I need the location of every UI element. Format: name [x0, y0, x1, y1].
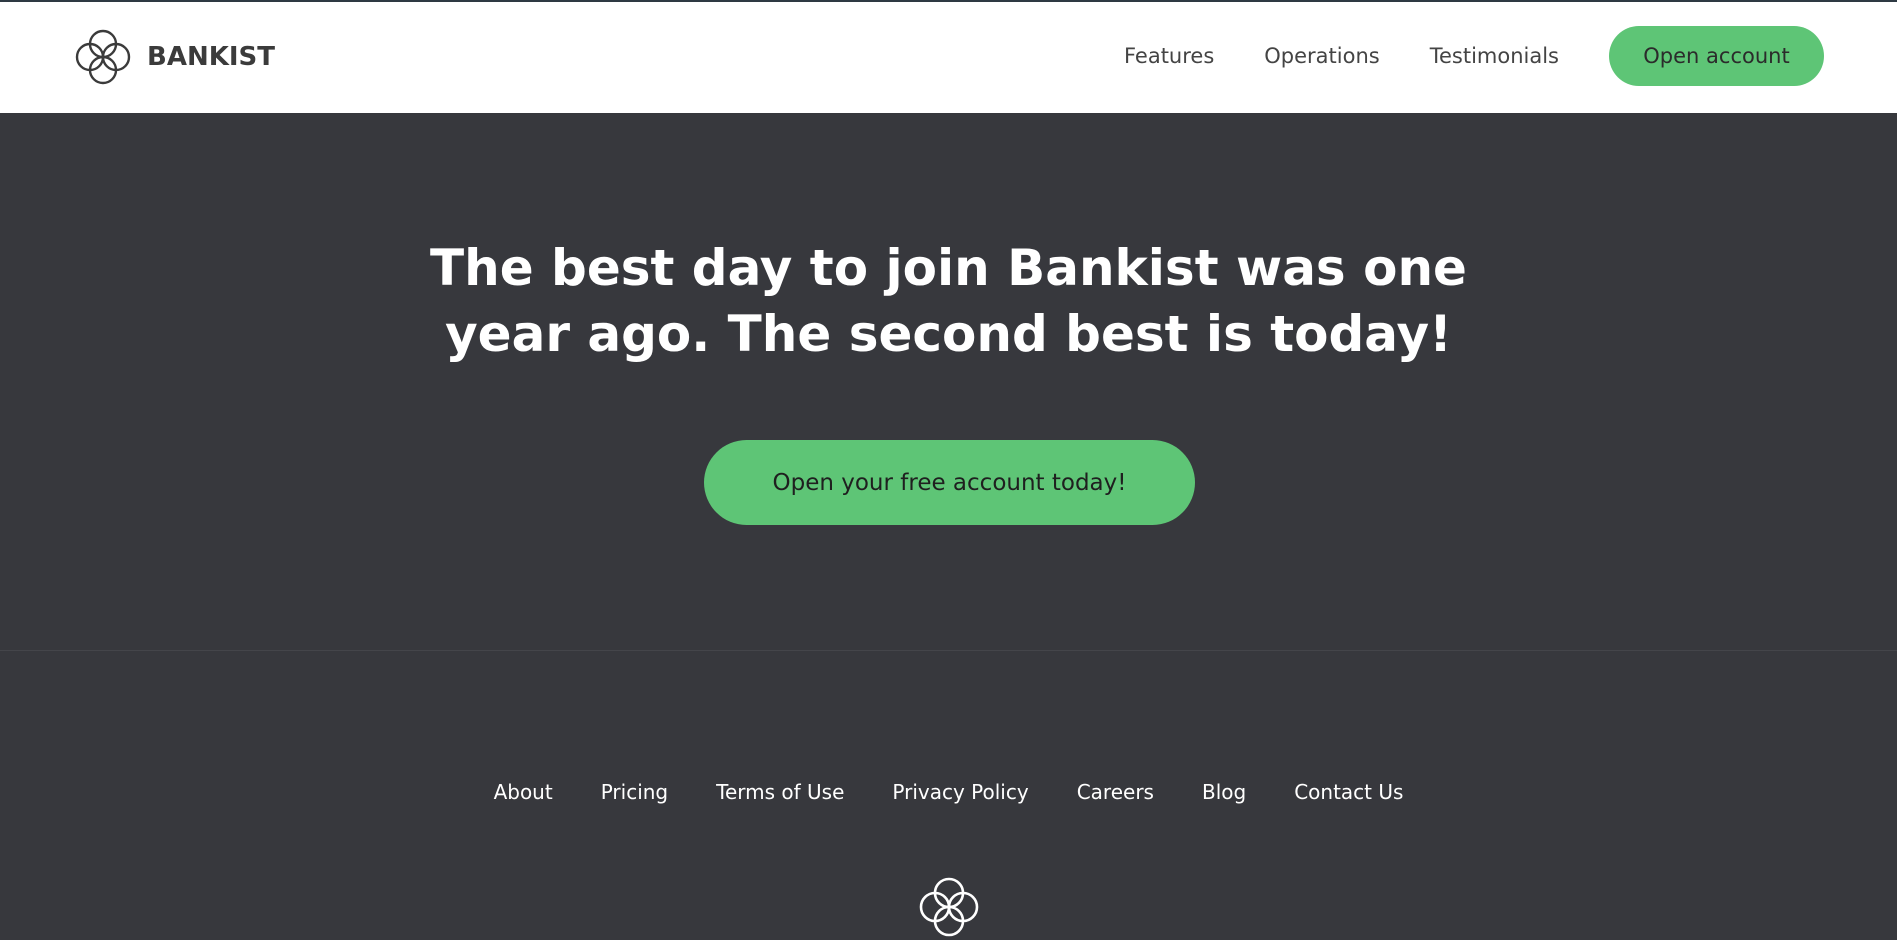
logo-text: BANKIST [147, 42, 275, 72]
section-divider [0, 650, 1897, 651]
navbar: BANKIST Features Operations Testimonials… [0, 2, 1897, 113]
nav-link-operations[interactable]: Operations [1264, 44, 1379, 68]
footer-link-blog[interactable]: Blog [1202, 780, 1246, 804]
open-account-button[interactable]: Open account [1609, 26, 1824, 86]
bankist-logo-icon [919, 877, 979, 937]
signup-title-line-2: year ago. The second best is today! [445, 305, 1452, 363]
open-free-account-button[interactable]: Open your free account today! [704, 440, 1195, 525]
bankist-logo-icon [75, 29, 131, 85]
signup-section: The best day to join Bankist was one yea… [0, 113, 1897, 650]
nav-link-features[interactable]: Features [1124, 44, 1214, 68]
footer-link-privacy[interactable]: Privacy Policy [892, 780, 1028, 804]
footer-link-terms[interactable]: Terms of Use [716, 780, 844, 804]
logo[interactable]: BANKIST [74, 28, 275, 86]
signup-title: The best day to join Bankist was one yea… [0, 235, 1897, 367]
footer-link-pricing[interactable]: Pricing [601, 780, 668, 804]
signup-title-line-1: The best day to join Bankist was one [430, 239, 1467, 297]
nav-links: Features Operations Testimonials Open ac… [1124, 26, 1824, 86]
footer-link-contact[interactable]: Contact Us [1294, 780, 1403, 804]
footer-nav: About Pricing Terms of Use Privacy Polic… [0, 780, 1897, 804]
nav-link-testimonials[interactable]: Testimonials [1430, 44, 1559, 68]
footer-link-careers[interactable]: Careers [1077, 780, 1154, 804]
footer-link-about[interactable]: About [494, 780, 553, 804]
